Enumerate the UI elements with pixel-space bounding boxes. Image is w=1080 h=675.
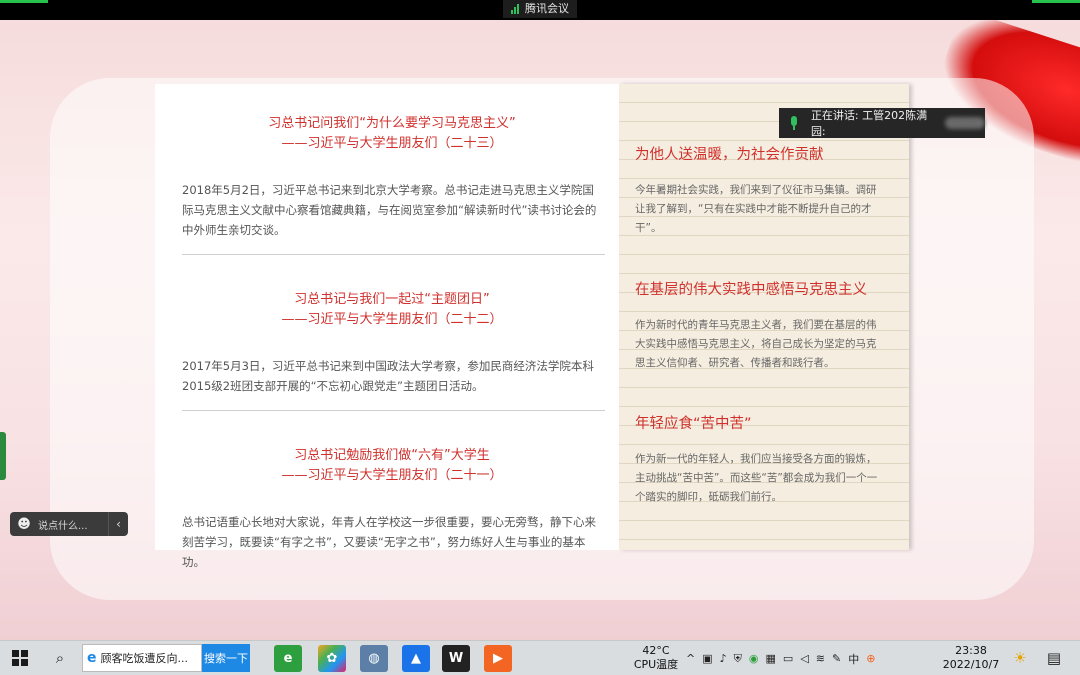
system-tray: ^ ▣ ♪ ⛨ ◉ ▦ ▭ ◁ ≋ ✎ 中 ⊕ — [686, 641, 875, 675]
article-body: 总书记语重心长地对大家说，年青人在学校这一步很重要，要心无旁骛，静下心来刻苦学习… — [182, 515, 596, 569]
reflection-body: 今年暑期社会实践，我们来到了仪征市马集镇。调研让我了解到，“只有在实践中才能不断… — [635, 184, 877, 234]
pen-icon[interactable]: ✎ — [832, 652, 841, 665]
article-subtitle: ——习近平与大学生朋友们（二十三） — [281, 136, 503, 151]
microphone-tray-icon[interactable]: ♪ — [720, 652, 727, 665]
article-list-panel: 习总书记问我们“为什么要学习马克思主义” ——习近平与大学生朋友们（二十三） 2… — [155, 84, 619, 569]
browser-search-box[interactable]: e 顾客吃饭遭反向... — [82, 644, 202, 672]
windows-logo-icon — [12, 650, 28, 666]
reflection-heading: 在基层的伟大实践中感悟马克思主义 — [635, 282, 867, 298]
blurred-name — [945, 117, 985, 129]
cpu-temperature[interactable]: 42°C CPU温度 — [630, 644, 682, 672]
article-item: 习总书记勉励我们做“六有”大学生 ——习近平与大学生朋友们（二十一） 总书记语重… — [182, 446, 602, 572]
clock-time: 23:38 — [955, 644, 987, 657]
slides-app-icon[interactable]: ▶ — [484, 645, 512, 672]
wps-app-icon[interactable]: W — [442, 645, 470, 672]
security-app-icon[interactable]: ◉ — [749, 652, 759, 665]
reflection-panel: 为他人送温暖，为社会作贡献 今年暑期社会实践，我们来到了仪征市马集镇。调研让我了… — [619, 84, 909, 550]
reflection-section: 在基层的伟大实践中感悟马克思主义 作为新时代的青年马克思主义者，我们要在基层的伟… — [635, 280, 885, 373]
browser-app-icon[interactable]: e — [274, 645, 302, 672]
search-box-text[interactable]: 顾客吃饭遭反向... — [101, 650, 189, 666]
article-item: 习总书记问我们“为什么要学习马克思主义” ——习近平与大学生朋友们（二十三） 2… — [182, 114, 602, 240]
meeting-title-tab[interactable]: 腾讯会议 — [503, 0, 577, 18]
speaker-icon[interactable]: ◁ — [800, 652, 808, 665]
side-panel-handle[interactable] — [0, 432, 6, 480]
network-signal-icon — [511, 4, 519, 14]
search-button[interactable]: 搜索一下 — [202, 644, 250, 672]
article-title: 习总书记问我们“为什么要学习马克思主义” — [268, 116, 516, 131]
system-clock[interactable]: 23:38 2022/10/7 — [940, 644, 1002, 672]
article-body: 2017年5月3日，习近平总书记来到中国政法大学考察，参加民商经济法学院本科20… — [182, 359, 594, 393]
article-title: 习总书记勉励我们做“六有”大学生 — [294, 448, 490, 463]
clock-date: 2022/10/7 — [942, 658, 1000, 671]
meeting-app-title: 腾讯会议 — [525, 2, 569, 15]
reflection-heading: 年轻应食“苦中苦” — [635, 416, 752, 432]
battery-icon[interactable]: ▭ — [783, 652, 793, 665]
windows-taskbar: ⌕ e 顾客吃饭遭反向... 搜索一下 e ✿ ◍ ▲ W ▶ 42°C CPU… — [0, 640, 1080, 675]
chevron-left-icon[interactable]: ‹ — [108, 512, 128, 536]
reflection-section: 年轻应食“苦中苦” 作为新一代的年轻人，我们应当接受各方面的锻炼，主动挑战“苦中… — [635, 414, 885, 507]
ime-indicator[interactable]: 中 — [848, 651, 859, 667]
drive-icon[interactable]: ▦ — [766, 652, 776, 665]
divider — [182, 254, 605, 255]
article-item: 习总书记与我们一起过“主题团日” ——习近平与大学生朋友们（二十二） 2017年… — [182, 290, 602, 396]
speaker-label: 正在讲话: 工管202陈满园: — [810, 109, 928, 138]
article-subtitle: ——习近平与大学生朋友们（二十一） — [281, 468, 503, 483]
camera-icon[interactable]: ▣ — [702, 652, 712, 665]
divider — [182, 410, 605, 411]
reflection-body: 作为新一代的年轻人，我们应当接受各方面的锻炼，主动挑战“苦中苦”。而这些“苦”都… — [635, 453, 878, 503]
reflection-body: 作为新时代的青年马克思主义者，我们要在基层的伟大实践中感悟马克思主义，将自己成长… — [635, 319, 877, 369]
search-icon[interactable]: ⌕ — [46, 644, 74, 672]
start-button[interactable] — [6, 644, 34, 672]
meeting-top-bar: 腾讯会议 — [0, 0, 1080, 20]
shield-icon[interactable]: ⛨ — [734, 652, 742, 666]
wifi-icon[interactable]: ≋ — [816, 652, 825, 665]
input-method-icon[interactable]: ⊕ — [866, 652, 875, 665]
reflection-heading: 为他人送温暖，为社会作贡献 — [635, 147, 824, 163]
chevron-up-icon[interactable]: ^ — [686, 652, 695, 665]
temperature-label: CPU温度 — [633, 658, 679, 671]
chat-input[interactable]: ☻ 说点什么... ‹ — [10, 512, 128, 536]
ie-icon: e — [87, 650, 97, 666]
photos-app-icon[interactable]: ✿ — [318, 645, 346, 672]
temperature-value: 42°C — [642, 644, 670, 657]
microphone-icon — [787, 116, 801, 130]
notification-icon[interactable]: ▤ — [1040, 644, 1068, 672]
active-speaker-indicator: 正在讲话: 工管202陈满园: — [779, 108, 985, 138]
globe-app-icon[interactable]: ◍ — [360, 645, 388, 672]
article-body: 2018年5月2日，习近平总书记来到北京大学考察。总书记走进马克思主义学院国际马… — [182, 183, 597, 237]
emoji-icon[interactable]: ☻ — [10, 517, 38, 532]
article-title: 习总书记与我们一起过“主题团日” — [294, 292, 490, 307]
window-corner-marker — [1032, 0, 1080, 3]
chat-placeholder[interactable]: 说点什么... — [38, 517, 108, 532]
meeting-app-icon[interactable]: ▲ — [402, 645, 430, 672]
article-subtitle: ——习近平与大学生朋友们（二十二） — [281, 312, 503, 327]
reflection-section: 为他人送温暖，为社会作贡献 今年暑期社会实践，我们来到了仪征市马集镇。调研让我了… — [635, 145, 885, 238]
weather-icon[interactable]: ☀ — [1006, 644, 1034, 672]
window-corner-marker — [0, 0, 48, 3]
